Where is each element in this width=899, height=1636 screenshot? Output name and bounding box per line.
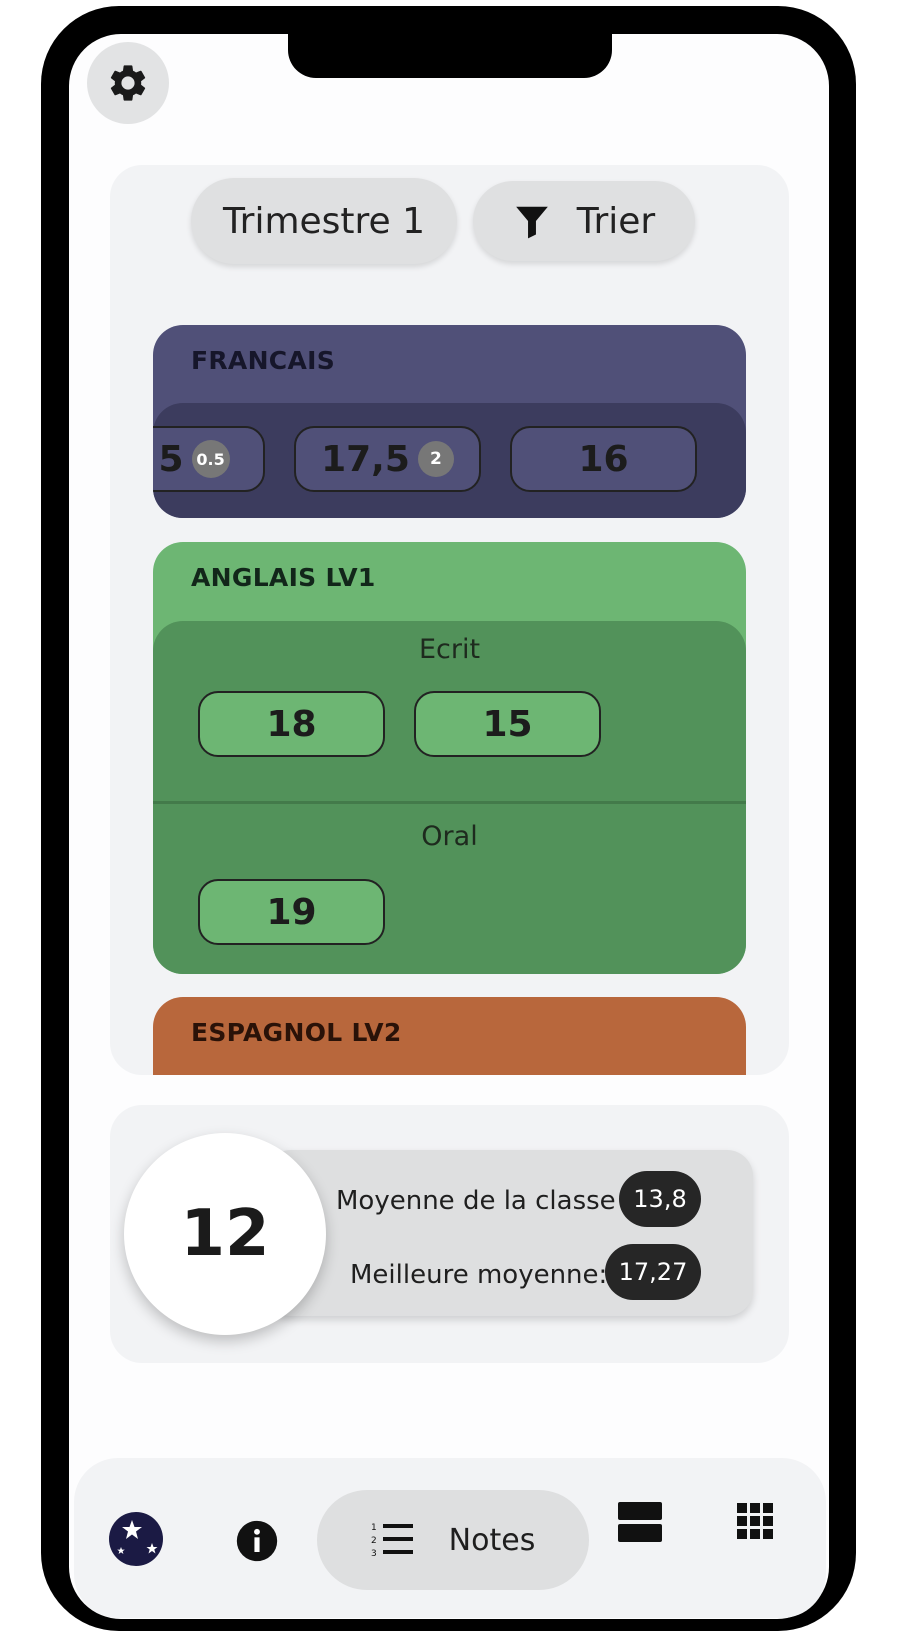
numbered-list-icon: 1 2 3 (371, 1523, 413, 1558)
subject-card-anglais[interactable]: ANGLAIS LV1 Ecrit 18 15 Oral 19 (153, 542, 746, 974)
star-logo-icon (109, 1512, 163, 1566)
svg-text:3: 3 (371, 1549, 377, 1558)
nav-notes-label: Notes (448, 1522, 536, 1558)
section-oral: Oral 19 (153, 804, 746, 974)
sections-area: Ecrit 18 15 Oral 19 (153, 621, 746, 974)
section-label: Oral (421, 821, 478, 852)
coefficient-badge: 2 (417, 441, 454, 477)
section-label: Ecrit (418, 634, 481, 665)
grade-chip[interactable]: 17,5 2 (294, 426, 481, 492)
best-average-label: Meilleure moyenne: (350, 1260, 608, 1290)
nav-home-button[interactable] (109, 1512, 163, 1566)
grades-panel: Trimestre 1 Trier FRANCAIS 5 0.5 17,5 2 … (110, 165, 789, 1075)
student-average: 12 (124, 1133, 326, 1335)
grade-chip[interactable]: 5 0.5 (153, 426, 265, 492)
coefficient-badge: 0.5 (191, 440, 230, 478)
settings-button[interactable] (87, 42, 169, 124)
period-label: Trimestre 1 (222, 200, 426, 242)
grade-value: 17,5 (321, 438, 410, 480)
grade-value: 16 (578, 438, 629, 480)
period-selector-button[interactable]: Trimestre 1 (191, 178, 457, 264)
svg-text:1: 1 (371, 1523, 377, 1533)
filter-icon (515, 206, 548, 239)
grade-chip[interactable]: 18 (198, 691, 385, 757)
student-average-value: 12 (180, 1197, 270, 1271)
grade-value: 19 (266, 891, 317, 933)
sort-label: Trier (576, 200, 656, 242)
svg-text:2: 2 (371, 1536, 377, 1546)
grade-value: 5 (158, 438, 184, 480)
grade-chip[interactable]: 16 (510, 426, 697, 492)
grades-row: 5 0.5 17,5 2 16 (153, 403, 746, 518)
sort-button[interactable]: Trier (473, 181, 695, 261)
nav-notes-button[interactable]: 1 2 3 Notes (317, 1490, 589, 1590)
notch (288, 34, 612, 78)
grade-value: 15 (482, 703, 533, 745)
class-average-label: Moyenne de la classe : (336, 1186, 633, 1216)
grade-chip[interactable]: 19 (198, 879, 385, 945)
subject-title: FRANCAIS (191, 346, 336, 375)
info-icon (236, 1520, 278, 1562)
grade-chip[interactable]: 15 (414, 691, 601, 757)
nav-grid-button[interactable] (737, 1503, 773, 1539)
best-average-value: 17,27 (605, 1244, 701, 1300)
subject-title: ANGLAIS LV1 (191, 563, 376, 592)
grid-icon (737, 1503, 773, 1539)
section-ecrit: Ecrit 18 15 (153, 621, 746, 804)
subject-title: ESPAGNOL LV2 (191, 1018, 402, 1047)
nav-info-button[interactable] (235, 1519, 279, 1563)
grade-value: 18 (266, 703, 317, 745)
class-average-value: 13,8 (619, 1171, 701, 1227)
nav-rows-button[interactable] (618, 1502, 662, 1542)
subject-card-francais[interactable]: FRANCAIS 5 0.5 17,5 2 16 (153, 325, 746, 518)
gear-icon (110, 65, 146, 101)
subject-card-espagnol[interactable]: ESPAGNOL LV2 (153, 997, 746, 1075)
rows-layout-icon (618, 1502, 662, 1542)
